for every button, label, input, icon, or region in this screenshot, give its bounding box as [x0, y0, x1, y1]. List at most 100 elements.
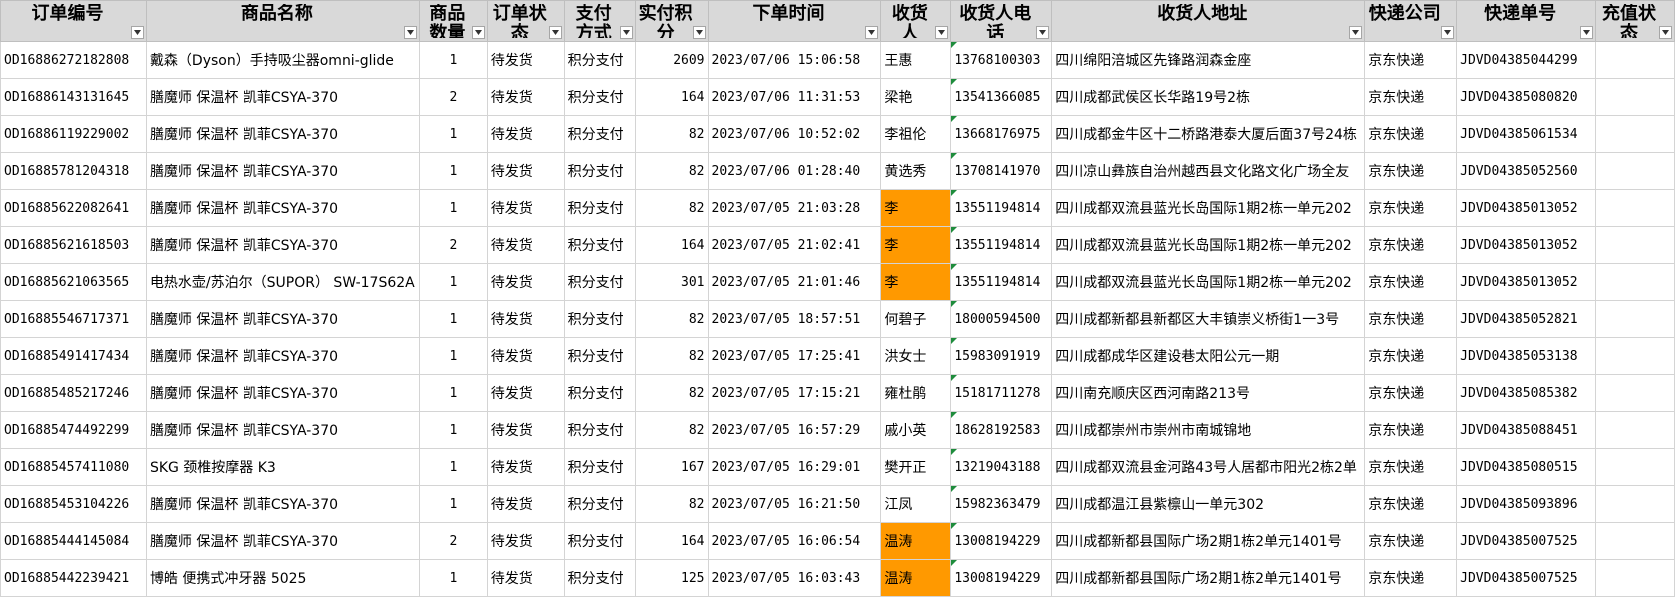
cell-order-time[interactable]: 2023/07/05 17:25:41 — [707, 337, 882, 375]
cell-quantity[interactable]: 2 — [418, 522, 488, 560]
cell-quantity[interactable]: 2 — [418, 226, 488, 264]
cell-recipient-phone[interactable]: 15982363479 — [950, 485, 1053, 523]
cell-points-paid[interactable]: 125 — [634, 559, 709, 597]
filter-dropdown-icon[interactable] — [692, 26, 706, 39]
cell-order-id[interactable]: OD16885622082641 — [0, 189, 147, 227]
cell-quantity[interactable]: 1 — [418, 115, 488, 153]
cell-recipient[interactable]: 樊开正 — [880, 448, 952, 486]
cell-recipient-phone[interactable]: 13008194229 — [950, 522, 1053, 560]
cell-recipient-address[interactable]: 四川成都崇州市崇州市南城锦地 — [1051, 411, 1366, 449]
filter-dropdown-icon[interactable] — [403, 26, 417, 39]
cell-order-status[interactable]: 待发货 — [486, 522, 565, 560]
cell-product-name[interactable]: 电热水壶/苏泊尔（SUPOR） SW-17S62A — [145, 263, 420, 301]
cell-recharge-status[interactable] — [1595, 485, 1675, 523]
filter-dropdown-icon[interactable] — [1580, 26, 1594, 39]
filter-dropdown-icon[interactable] — [865, 26, 879, 39]
cell-tracking-number[interactable]: JDVD04385044299 — [1456, 41, 1597, 79]
cell-recharge-status[interactable] — [1595, 226, 1675, 264]
cell-courier[interactable]: 京东快递 — [1364, 152, 1458, 190]
cell-order-id[interactable]: OD16886143131645 — [0, 78, 147, 116]
column-header[interactable]: 收货人 — [880, 0, 952, 42]
filter-dropdown-icon[interactable] — [619, 26, 633, 39]
cell-recipient-phone[interactable]: 13768100303 — [950, 41, 1053, 79]
cell-recipient-address[interactable]: 四川成都新都县国际广场2期1栋2单元1401号 — [1051, 522, 1366, 560]
cell-recipient-phone[interactable]: 13551194814 — [950, 263, 1053, 301]
cell-tracking-number[interactable]: JDVD04385013052 — [1456, 189, 1597, 227]
cell-courier[interactable]: 京东快递 — [1364, 189, 1458, 227]
cell-product-name[interactable]: 膳魔师 保温杯 凯菲CSYA-370 — [145, 300, 420, 338]
cell-order-status[interactable]: 待发货 — [486, 226, 565, 264]
cell-order-time[interactable]: 2023/07/05 18:57:51 — [707, 300, 882, 338]
column-header[interactable]: 下单时间 — [707, 0, 882, 42]
cell-recipient-phone[interactable]: 13551194814 — [950, 226, 1053, 264]
cell-recipient-address[interactable]: 四川成都温江县紫檩山一单元302 — [1051, 485, 1366, 523]
cell-order-id[interactable]: OD16885474492299 — [0, 411, 147, 449]
cell-payment-method[interactable]: 积分支付 — [563, 559, 636, 597]
cell-order-id[interactable]: OD16885442239421 — [0, 559, 147, 597]
cell-recipient-address[interactable]: 四川成都双流县蓝光长岛国际1期2栋一单元202 — [1051, 263, 1366, 301]
cell-product-name[interactable]: SKG 颈椎按摩器 K3 — [145, 448, 420, 486]
cell-order-status[interactable]: 待发货 — [486, 78, 565, 116]
cell-courier[interactable]: 京东快递 — [1364, 485, 1458, 523]
cell-points-paid[interactable]: 82 — [634, 189, 709, 227]
cell-order-time[interactable]: 2023/07/05 16:06:54 — [707, 522, 882, 560]
cell-tracking-number[interactable]: JDVD04385080515 — [1456, 448, 1597, 486]
column-header[interactable]: 订单编号 — [0, 0, 147, 42]
cell-recharge-status[interactable] — [1595, 522, 1675, 560]
cell-payment-method[interactable]: 积分支付 — [563, 300, 636, 338]
cell-recipient[interactable]: 江凤 — [880, 485, 952, 523]
cell-recipient[interactable]: 李 — [880, 263, 952, 301]
cell-payment-method[interactable]: 积分支付 — [563, 374, 636, 412]
cell-recharge-status[interactable] — [1595, 337, 1675, 375]
cell-courier[interactable]: 京东快递 — [1364, 115, 1458, 153]
cell-order-time[interactable]: 2023/07/05 16:21:50 — [707, 485, 882, 523]
cell-recharge-status[interactable] — [1595, 115, 1675, 153]
cell-tracking-number[interactable]: JDVD04385085382 — [1456, 374, 1597, 412]
cell-tracking-number[interactable]: JDVD04385093896 — [1456, 485, 1597, 523]
cell-payment-method[interactable]: 积分支付 — [563, 485, 636, 523]
filter-dropdown-icon[interactable] — [1036, 26, 1050, 39]
cell-recipient-phone[interactable]: 15983091919 — [950, 337, 1053, 375]
filter-dropdown-icon[interactable] — [130, 26, 144, 39]
cell-tracking-number[interactable]: JDVD04385013052 — [1456, 226, 1597, 264]
cell-courier[interactable]: 京东快递 — [1364, 448, 1458, 486]
cell-recipient[interactable]: 温涛 — [880, 522, 952, 560]
cell-tracking-number[interactable]: JDVD04385052821 — [1456, 300, 1597, 338]
cell-tracking-number[interactable]: JDVD04385061534 — [1456, 115, 1597, 153]
cell-points-paid[interactable]: 82 — [634, 411, 709, 449]
cell-courier[interactable]: 京东快递 — [1364, 226, 1458, 264]
cell-recipient[interactable]: 黄选秀 — [880, 152, 952, 190]
cell-order-id[interactable]: OD16885485217246 — [0, 374, 147, 412]
cell-quantity[interactable]: 1 — [418, 559, 488, 597]
cell-points-paid[interactable]: 301 — [634, 263, 709, 301]
cell-recharge-status[interactable] — [1595, 78, 1675, 116]
cell-courier[interactable]: 京东快递 — [1364, 337, 1458, 375]
cell-quantity[interactable]: 1 — [418, 374, 488, 412]
cell-product-name[interactable]: 膳魔师 保温杯 凯菲CSYA-370 — [145, 115, 420, 153]
cell-points-paid[interactable]: 82 — [634, 485, 709, 523]
cell-recipient-phone[interactable]: 13551194814 — [950, 189, 1053, 227]
cell-tracking-number[interactable]: JDVD04385007525 — [1456, 522, 1597, 560]
cell-recipient-address[interactable]: 四川成都双流县金河路43号人居都市阳光2栋2单 — [1051, 448, 1366, 486]
column-header[interactable]: 充值状态 — [1595, 0, 1675, 42]
cell-recipient[interactable]: 何碧子 — [880, 300, 952, 338]
cell-order-time[interactable]: 2023/07/06 11:31:53 — [707, 78, 882, 116]
cell-order-id[interactable]: OD16885444145084 — [0, 522, 147, 560]
cell-order-status[interactable]: 待发货 — [486, 411, 565, 449]
cell-tracking-number[interactable]: JDVD04385088451 — [1456, 411, 1597, 449]
cell-recipient-address[interactable]: 四川南充顺庆区西河南路213号 — [1051, 374, 1366, 412]
cell-order-status[interactable]: 待发货 — [486, 115, 565, 153]
cell-courier[interactable]: 京东快递 — [1364, 78, 1458, 116]
cell-recipient-address[interactable]: 四川凉山彝族自治州越西县文化路文化广场全友 — [1051, 152, 1366, 190]
cell-recharge-status[interactable] — [1595, 189, 1675, 227]
cell-recipient-address[interactable]: 四川成都新都县新都区大丰镇崇义桥街1一3号 — [1051, 300, 1366, 338]
cell-points-paid[interactable]: 82 — [634, 152, 709, 190]
cell-recipient-address[interactable]: 四川成都武侯区长华路19号2栋 — [1051, 78, 1366, 116]
cell-order-status[interactable]: 待发货 — [486, 263, 565, 301]
cell-courier[interactable]: 京东快递 — [1364, 559, 1458, 597]
cell-recipient[interactable]: 雍杜鹃 — [880, 374, 952, 412]
cell-recipient-phone[interactable]: 15181711278 — [950, 374, 1053, 412]
filter-dropdown-icon[interactable] — [1441, 26, 1455, 39]
cell-payment-method[interactable]: 积分支付 — [563, 189, 636, 227]
column-header[interactable]: 订单状态 — [486, 0, 565, 42]
